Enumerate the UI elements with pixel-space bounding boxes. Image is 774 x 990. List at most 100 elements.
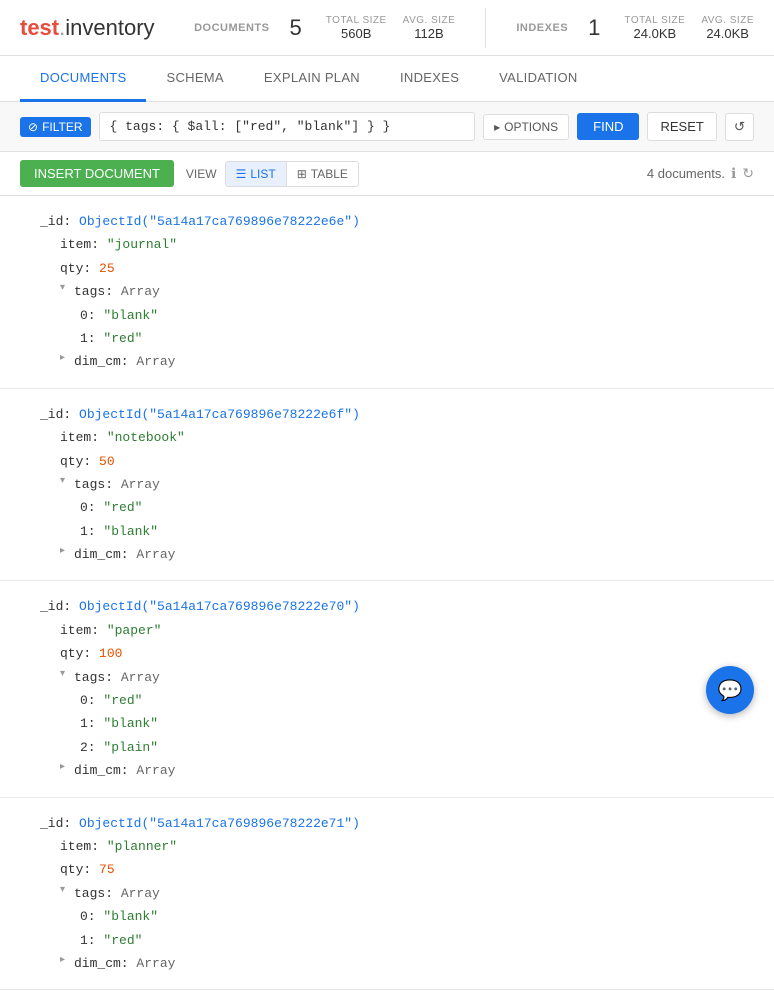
doc-id-value: ObjectId("5a14a17ca769896e78222e71") (79, 812, 360, 835)
doc-dimcm-line: ▸dim_cm: Array (40, 759, 734, 782)
dimcm-toggle-icon[interactable]: ▸ (60, 350, 70, 368)
table-view-button[interactable]: ⊞ TABLE (286, 162, 358, 186)
options-arrow-icon: ▸ (494, 120, 500, 134)
dimcm-toggle-icon[interactable]: ▸ (60, 543, 70, 561)
doc-qty-key: qty: (60, 858, 91, 881)
dimcm-toggle-icon[interactable]: ▸ (60, 759, 70, 777)
tags-toggle-icon[interactable]: ▾ (60, 280, 70, 298)
tab-schema[interactable]: SCHEMA (146, 56, 243, 102)
indexes-stat-group: INDEXES 1 TOTAL SIZE 24.0KB AVG. SIZE 24… (516, 15, 754, 41)
options-label: OPTIONS (504, 120, 558, 134)
doc-item-value: "planner" (107, 835, 177, 858)
doc-dimcm-type: Array (136, 952, 175, 975)
document-card: _id: ObjectId("5a14a17ca769896e78222e71"… (0, 798, 774, 990)
doc-tags-type: Array (121, 280, 160, 303)
doc-item-value: "notebook" (107, 426, 185, 449)
chat-fab-button[interactable]: 💬 (706, 666, 754, 714)
doc-qty-value: 50 (99, 450, 115, 473)
doc-qty-key: qty: (60, 257, 91, 280)
documents-stat-group: DOCUMENTS 5 TOTAL SIZE 560B AVG. SIZE 11… (194, 15, 455, 41)
doc-item-line: item: "planner" (40, 835, 734, 858)
doc-qty-line: qty: 25 (40, 257, 734, 280)
list-icon: ☰ (236, 167, 247, 181)
doc-tag-item: 1: "blank" (40, 712, 734, 735)
doc-item-value: "journal" (107, 233, 177, 256)
doc-tag-item: 1: "red" (40, 327, 734, 350)
tag-value: "plain" (103, 736, 158, 759)
doc-dimcm-line: ▸dim_cm: Array (40, 543, 734, 566)
doc-tags-line: ▾tags: Array (40, 882, 734, 905)
tag-index: 1: (80, 327, 96, 350)
filter-label: FILTER (42, 120, 82, 134)
doc-qty-key: qty: (60, 450, 91, 473)
documents-avg-size-item: AVG. SIZE 112B (403, 15, 456, 41)
tab-documents[interactable]: DOCUMENTS (20, 56, 146, 102)
doc-tags-type: Array (121, 666, 160, 689)
tag-value: "blank" (103, 712, 158, 735)
tag-index: 0: (80, 905, 96, 928)
doc-item-key: item: (60, 233, 99, 256)
doc-tags-line: ▾tags: Array (40, 666, 734, 689)
tag-index: 0: (80, 689, 96, 712)
info-icon[interactable]: ℹ (731, 165, 736, 182)
documents-list: _id: ObjectId("5a14a17ca769896e78222e6e"… (0, 196, 774, 990)
options-button[interactable]: ▸ OPTIONS (483, 114, 569, 140)
reset-button[interactable]: RESET (647, 112, 716, 141)
refresh-icon[interactable]: ↻ (742, 165, 754, 182)
tab-indexes[interactable]: INDEXES (380, 56, 479, 102)
tag-value: "blank" (103, 520, 158, 543)
doc-tags-key: tags: (74, 280, 113, 303)
filter-icon: ⊘ (28, 120, 38, 134)
tag-index: 1: (80, 712, 96, 735)
list-view-button[interactable]: ☰ LIST (226, 162, 286, 186)
doc-id-key: _id: (40, 812, 71, 835)
tab-explain-plan[interactable]: EXPLAIN PLAN (244, 56, 380, 102)
app-logo: test.inventory (20, 15, 155, 41)
doc-tag-item: 0: "blank" (40, 304, 734, 327)
doc-item-key: item: (60, 619, 99, 642)
doc-count-text: 4 documents. (647, 166, 725, 181)
doc-id-key: _id: (40, 403, 71, 426)
tags-toggle-icon[interactable]: ▾ (60, 666, 70, 684)
doc-id-line: _id: ObjectId("5a14a17ca769896e78222e6e"… (40, 210, 734, 233)
tag-value: "red" (103, 496, 142, 519)
doc-dimcm-key: dim_cm: (74, 543, 129, 566)
stats-divider (485, 8, 486, 48)
doc-id-line: _id: ObjectId("5a14a17ca769896e78222e6f"… (40, 403, 734, 426)
doc-item-line: item: "notebook" (40, 426, 734, 449)
documents-label: DOCUMENTS (194, 22, 269, 34)
doc-tag-item: 0: "red" (40, 689, 734, 712)
documents-total-size: 560B (341, 26, 371, 41)
filter-input[interactable] (99, 112, 476, 141)
tags-toggle-icon[interactable]: ▾ (60, 882, 70, 900)
doc-item-value: "paper" (107, 619, 162, 642)
filter-badge[interactable]: ⊘ FILTER (20, 117, 91, 137)
doc-dimcm-key: dim_cm: (74, 759, 129, 782)
total-size-label: TOTAL SIZE (326, 15, 387, 26)
doc-tags-type: Array (121, 882, 160, 905)
doc-dimcm-key: dim_cm: (74, 350, 129, 373)
insert-document-button[interactable]: INSERT DOCUMENT (20, 160, 174, 187)
view-toggle-group: ☰ LIST ⊞ TABLE (225, 161, 359, 187)
dimcm-toggle-icon[interactable]: ▸ (60, 952, 70, 970)
tab-bar: DOCUMENTS SCHEMA EXPLAIN PLAN INDEXES VA… (0, 56, 774, 102)
doc-tag-item: 0: "blank" (40, 905, 734, 928)
action-bar: INSERT DOCUMENT VIEW ☰ LIST ⊞ TABLE 4 do… (0, 152, 774, 196)
avg-size-label: AVG. SIZE (403, 15, 456, 26)
history-button[interactable]: ↺ (725, 113, 754, 141)
doc-qty-value: 75 (99, 858, 115, 881)
doc-tags-line: ▾tags: Array (40, 280, 734, 303)
doc-qty-line: qty: 100 (40, 642, 734, 665)
table-icon: ⊞ (297, 167, 307, 181)
doc-id-line: _id: ObjectId("5a14a17ca769896e78222e70"… (40, 595, 734, 618)
indexes-sub-stats: TOTAL SIZE 24.0KB AVG. SIZE 24.0KB (624, 15, 754, 41)
tab-validation[interactable]: VALIDATION (479, 56, 597, 102)
tags-toggle-icon[interactable]: ▾ (60, 473, 70, 491)
header-stats: DOCUMENTS 5 TOTAL SIZE 560B AVG. SIZE 11… (194, 8, 754, 48)
doc-tag-item: 1: "red" (40, 929, 734, 952)
find-button[interactable]: FIND (577, 113, 639, 140)
document-card: _id: ObjectId("5a14a17ca769896e78222e70"… (0, 581, 774, 797)
chat-icon: 💬 (718, 678, 743, 703)
tag-value: "red" (103, 689, 142, 712)
indexes-total-size: 24.0KB (634, 26, 677, 41)
